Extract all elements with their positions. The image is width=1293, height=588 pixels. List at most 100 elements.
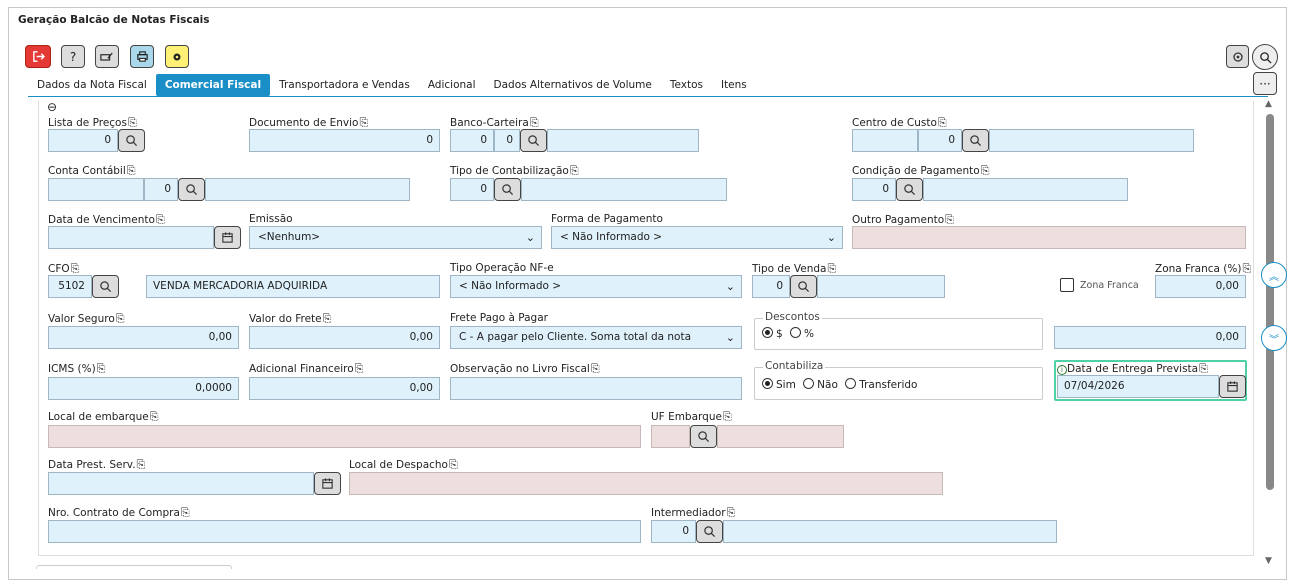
- valor-frete-input[interactable]: 0,00: [249, 326, 440, 349]
- copy-icon: ⎘: [937, 116, 947, 129]
- observacao-livro-input[interactable]: [450, 377, 742, 400]
- nro-contrato-input[interactable]: [48, 520, 641, 543]
- tipo-contabilizacao-search-button[interactable]: [494, 178, 521, 201]
- emissao-select[interactable]: <Nenhum> ⌄: [249, 226, 542, 249]
- contabiliza-radio-sim[interactable]: [762, 378, 773, 389]
- data-entrega-calendar-button[interactable]: [1219, 375, 1246, 398]
- search-global-button[interactable]: [1252, 44, 1278, 70]
- descontos-radio-percent[interactable]: [790, 327, 802, 338]
- banco-carteira-search-button[interactable]: [520, 129, 547, 152]
- collapse-icon[interactable]: ⊖: [47, 100, 57, 114]
- copy-icon: ⎘: [322, 312, 332, 325]
- icms-label: ICMS (%)⎘: [48, 362, 106, 375]
- data-prest-serv-calendar-button[interactable]: [314, 472, 341, 495]
- config-button[interactable]: [165, 45, 189, 68]
- zona-franca-pct-input[interactable]: 0,00: [1155, 275, 1246, 298]
- intermediador-input[interactable]: 0: [651, 520, 696, 543]
- copy-icon: ⎘: [354, 362, 364, 375]
- tab-underline: [28, 96, 1268, 97]
- adicional-financeiro-input[interactable]: 0,00: [249, 377, 440, 400]
- condicao-pagamento-desc: [923, 178, 1128, 201]
- zona-franca-pct-label: Zona Franca (%)⎘: [1155, 262, 1252, 275]
- copy-icon: ⎘: [70, 262, 80, 275]
- frete-pago-select[interactable]: C - A pagar pelo Cliente. Soma total da …: [450, 326, 742, 349]
- condicao-pagamento-search-button[interactable]: [896, 178, 923, 201]
- help-button[interactable]: ?: [61, 45, 85, 68]
- data-vencimento-calendar-button[interactable]: [214, 226, 241, 249]
- print-button[interactable]: [130, 45, 154, 68]
- descontos-radio-valor[interactable]: [762, 327, 773, 338]
- calendar-icon: [322, 478, 333, 489]
- tipo-operacao-select[interactable]: < Não Informado > ⌄: [450, 275, 742, 298]
- more-icon: ···: [1259, 76, 1271, 91]
- descontos-input[interactable]: 0,00: [1054, 326, 1246, 349]
- copy-icon: ⎘: [529, 116, 539, 129]
- uf-embarque-search-button[interactable]: [690, 425, 717, 448]
- chevron-down-icon: ⌄: [725, 331, 735, 344]
- tab-dados-nota-fiscal[interactable]: Dados da Nota Fiscal: [28, 74, 156, 96]
- condicao-pagamento-input[interactable]: 0: [852, 178, 896, 201]
- conta-contabil-input[interactable]: 0: [144, 178, 178, 201]
- contabiliza-radio-nao[interactable]: [803, 378, 815, 389]
- double-chevron-down-icon: ︾: [1269, 334, 1279, 346]
- tipo-venda-search-button[interactable]: [790, 275, 817, 298]
- valor-seguro-input[interactable]: 0,00: [48, 326, 239, 349]
- sign-button[interactable]: [95, 45, 119, 68]
- carteira-input[interactable]: 0: [494, 129, 520, 152]
- data-entrega-input[interactable]: 07/04/2026: [1057, 375, 1219, 398]
- forma-pagamento-select[interactable]: < Não Informado > ⌄: [551, 226, 843, 249]
- tab-transportadora-vendas[interactable]: Transportadora e Vendas: [270, 74, 419, 96]
- tab-adicional[interactable]: Adicional: [419, 74, 485, 96]
- conta-contabil-label: Conta Contábil⎘: [48, 164, 136, 177]
- copy-icon: ⎘: [569, 164, 579, 177]
- centro-custo-input[interactable]: 0: [918, 129, 962, 152]
- documento-envio-input[interactable]: 0: [249, 129, 440, 152]
- exit-button[interactable]: [25, 45, 51, 68]
- copy-icon: ⎘: [980, 164, 990, 177]
- centro-custo-search-button[interactable]: [962, 129, 989, 152]
- scroll-up-arrow[interactable]: ▲: [1265, 99, 1272, 109]
- tab-itens[interactable]: Itens: [712, 74, 756, 96]
- centro-custo-code-input[interactable]: [852, 129, 918, 152]
- lista-precos-search-button[interactable]: [118, 129, 145, 152]
- uf-embarque-input: [651, 425, 690, 448]
- frete-pago-label: Frete Pago à Pagar: [450, 312, 548, 324]
- nro-contrato-label: Nro. Contrato de Compra⎘: [48, 506, 190, 519]
- contabiliza-sim-label: Sim: [776, 379, 796, 391]
- conta-contabil-search-button[interactable]: [178, 178, 205, 201]
- outro-pagamento-label: Outro Pagamento⎘: [852, 213, 954, 226]
- tab-dados-alternativos-volume[interactable]: Dados Alternativos de Volume: [485, 74, 661, 96]
- scroll-bottom-button[interactable]: ︾: [1261, 325, 1287, 351]
- tipo-contabilizacao-input[interactable]: 0: [450, 178, 494, 201]
- intermediador-label: Intermediador⎘: [651, 506, 736, 519]
- contabiliza-radio-transferido[interactable]: [845, 378, 857, 389]
- cfo-search-button[interactable]: [92, 275, 119, 298]
- more-button[interactable]: ···: [1253, 72, 1277, 95]
- lista-precos-input[interactable]: 0: [48, 129, 118, 152]
- zona-franca-checkbox[interactable]: [1060, 278, 1074, 292]
- settings-button[interactable]: [1226, 45, 1249, 68]
- copy-icon: ⎘: [127, 116, 137, 129]
- data-prest-serv-label: Data Prest. Serv.⎘: [48, 458, 146, 471]
- scroll-top-button[interactable]: ︽: [1261, 262, 1287, 288]
- banco-input[interactable]: 0: [450, 129, 494, 152]
- scrollbar-thumb[interactable]: [1266, 114, 1274, 490]
- tipo-venda-input[interactable]: 0: [752, 275, 790, 298]
- copy-icon: ⎘: [726, 506, 736, 519]
- descontos-legend: Descontos: [763, 311, 822, 323]
- data-entrega-label: i Data de Entrega Prevista⎘: [1057, 362, 1208, 376]
- scroll-down-arrow[interactable]: ▼: [1265, 556, 1272, 566]
- uf-embarque-desc: [717, 425, 844, 448]
- tab-comercial-fiscal[interactable]: Comercial Fiscal: [155, 74, 271, 96]
- conta-contabil-code-input[interactable]: [48, 178, 144, 201]
- copy-icon: ⎘: [827, 262, 837, 275]
- copy-icon: ⎘: [945, 213, 954, 226]
- icms-input[interactable]: 0,0000: [48, 377, 239, 400]
- search-icon: [970, 135, 982, 147]
- copy-icon: ⎘: [1199, 362, 1208, 375]
- tab-textos[interactable]: Textos: [661, 74, 712, 96]
- intermediador-search-button[interactable]: [696, 520, 723, 543]
- data-prest-serv-input[interactable]: [48, 472, 314, 495]
- data-vencimento-input[interactable]: [48, 226, 214, 249]
- cfo-input[interactable]: 5102: [48, 275, 92, 298]
